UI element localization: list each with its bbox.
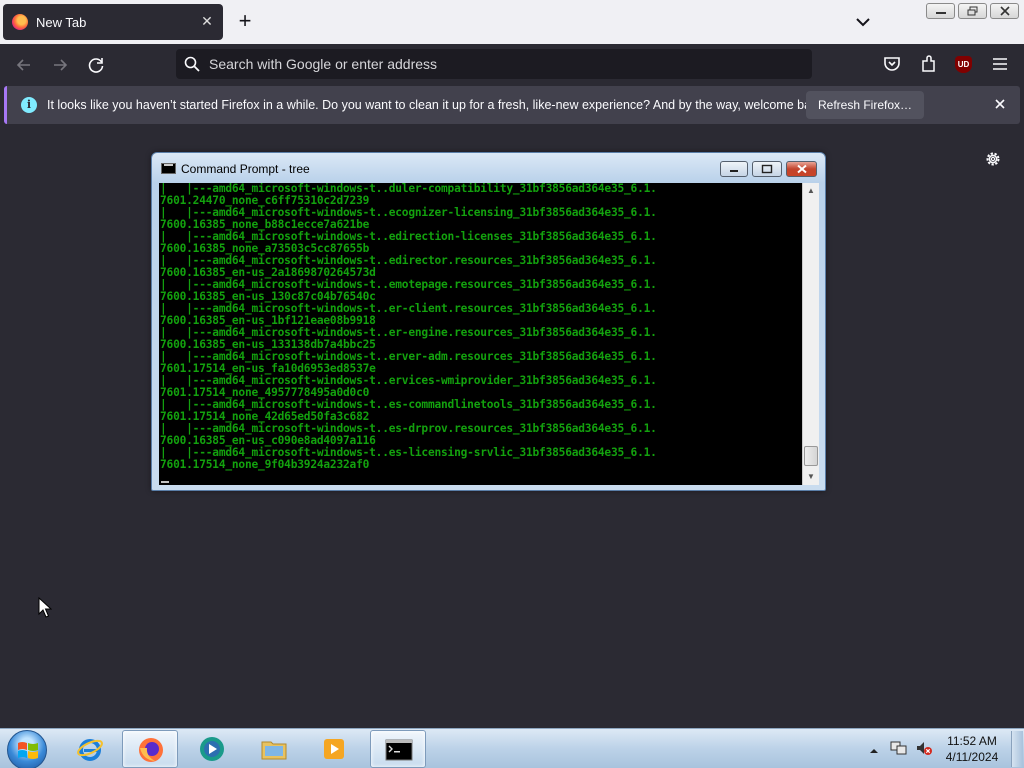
scroll-down-arrow-icon[interactable]: ▼ bbox=[803, 469, 819, 485]
tab-strip: New Tab ✕ + bbox=[0, 0, 1024, 44]
scroll-thumb[interactable] bbox=[804, 446, 818, 466]
notification-bar: i It looks like you haven’t started Fire… bbox=[4, 86, 1020, 124]
tab-title: New Tab bbox=[36, 14, 87, 30]
minimize-button[interactable] bbox=[926, 3, 955, 19]
taskbar-command-prompt[interactable] bbox=[370, 730, 426, 768]
media-player-icon bbox=[200, 737, 224, 761]
restore-button[interactable] bbox=[958, 3, 987, 19]
media-player-icon bbox=[324, 739, 344, 759]
extensions-icon[interactable] bbox=[919, 54, 939, 74]
pocket-icon[interactable] bbox=[882, 54, 902, 74]
reload-icon[interactable] bbox=[85, 54, 107, 76]
cmd-window-title: Command Prompt - tree bbox=[181, 162, 310, 176]
cmd-icon bbox=[161, 163, 176, 174]
volume-muted-icon[interactable] bbox=[915, 740, 933, 756]
taskbar-file-explorer[interactable] bbox=[246, 730, 302, 768]
start-button[interactable] bbox=[7, 730, 47, 768]
system-clock[interactable]: 11:52 AM 4/11/2024 bbox=[940, 733, 1004, 765]
clock-time: 11:52 AM bbox=[947, 734, 997, 748]
internet-explorer-icon bbox=[77, 739, 103, 761]
text-cursor bbox=[161, 481, 169, 483]
firefox-icon bbox=[139, 738, 163, 762]
firefox-icon bbox=[12, 14, 28, 30]
console-text: | |---amd64_microsoft-windows-t..duler-c… bbox=[160, 183, 657, 471]
taskbar-internet-explorer[interactable] bbox=[62, 730, 118, 768]
scroll-up-arrow-icon[interactable]: ▲ bbox=[803, 183, 819, 199]
forward-icon[interactable] bbox=[49, 54, 71, 76]
new-tab-button[interactable]: + bbox=[233, 10, 257, 34]
taskbar: 11:52 AM 4/11/2024 bbox=[0, 728, 1024, 768]
search-input[interactable] bbox=[209, 53, 799, 75]
mouse-pointer-icon bbox=[38, 597, 52, 618]
taskbar-media-app[interactable] bbox=[184, 730, 240, 768]
back-icon[interactable] bbox=[13, 54, 35, 76]
ublock-origin-icon[interactable]: UD bbox=[955, 56, 972, 73]
cmd-title-bar[interactable]: Command Prompt - tree bbox=[152, 153, 825, 183]
info-icon: i bbox=[21, 97, 37, 113]
vertical-scrollbar[interactable]: ▲ ▼ bbox=[802, 183, 819, 485]
list-all-tabs-chevron-icon[interactable] bbox=[853, 12, 873, 32]
gear-icon[interactable] bbox=[984, 150, 1002, 168]
show-desktop-button[interactable] bbox=[1011, 731, 1023, 767]
url-bar[interactable] bbox=[176, 49, 812, 79]
clock-date: 4/11/2024 bbox=[945, 750, 999, 764]
console-output[interactable]: | |---amd64_microsoft-windows-t..duler-c… bbox=[159, 183, 802, 485]
refresh-firefox-button[interactable]: Refresh Firefox… bbox=[806, 91, 925, 119]
tab-new-tab[interactable]: New Tab ✕ bbox=[3, 4, 223, 40]
close-window-button[interactable] bbox=[990, 3, 1019, 19]
network-icon[interactable] bbox=[890, 740, 908, 756]
notification-text: It looks like you haven’t started Firefo… bbox=[47, 98, 828, 112]
cmd-close-button[interactable] bbox=[786, 161, 817, 177]
taskbar-windows-media-player[interactable] bbox=[306, 730, 362, 768]
command-prompt-window[interactable]: Command Prompt - tree | |---amd64_micros… bbox=[151, 152, 826, 491]
windows-logo-icon bbox=[18, 742, 38, 759]
folder-icon bbox=[261, 741, 287, 760]
command-prompt-icon bbox=[385, 739, 413, 761]
close-icon[interactable] bbox=[992, 96, 1008, 112]
menu-hamburger-icon[interactable] bbox=[990, 54, 1010, 74]
show-hidden-icons-icon[interactable] bbox=[869, 743, 879, 753]
cmd-minimize-button[interactable] bbox=[720, 161, 748, 177]
close-tab-icon[interactable]: ✕ bbox=[199, 13, 215, 29]
taskbar-firefox[interactable] bbox=[122, 730, 178, 768]
search-icon bbox=[184, 56, 200, 72]
cmd-maximize-button[interactable] bbox=[752, 161, 782, 177]
